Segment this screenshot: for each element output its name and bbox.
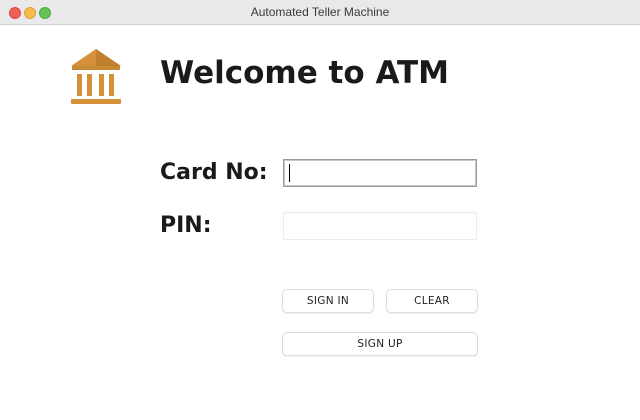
card-number-label: Card No: (160, 160, 268, 185)
window-title: Automated Teller Machine (250, 5, 390, 19)
bank-icon (71, 49, 121, 104)
sign-up-button[interactable]: SIGN UP (282, 332, 478, 356)
card-number-input[interactable] (283, 159, 477, 187)
pin-input[interactable] (283, 212, 477, 240)
sign-in-button[interactable]: SIGN IN (282, 289, 374, 313)
title-bar: Automated Teller Machine (0, 0, 640, 25)
atm-window: Automated Teller Machine Welcome to ATM … (0, 0, 640, 420)
pin-label: PIN: (160, 213, 212, 238)
welcome-heading: Welcome to ATM (160, 55, 450, 91)
text-caret (289, 164, 290, 182)
clear-button[interactable]: CLEAR (386, 289, 478, 313)
